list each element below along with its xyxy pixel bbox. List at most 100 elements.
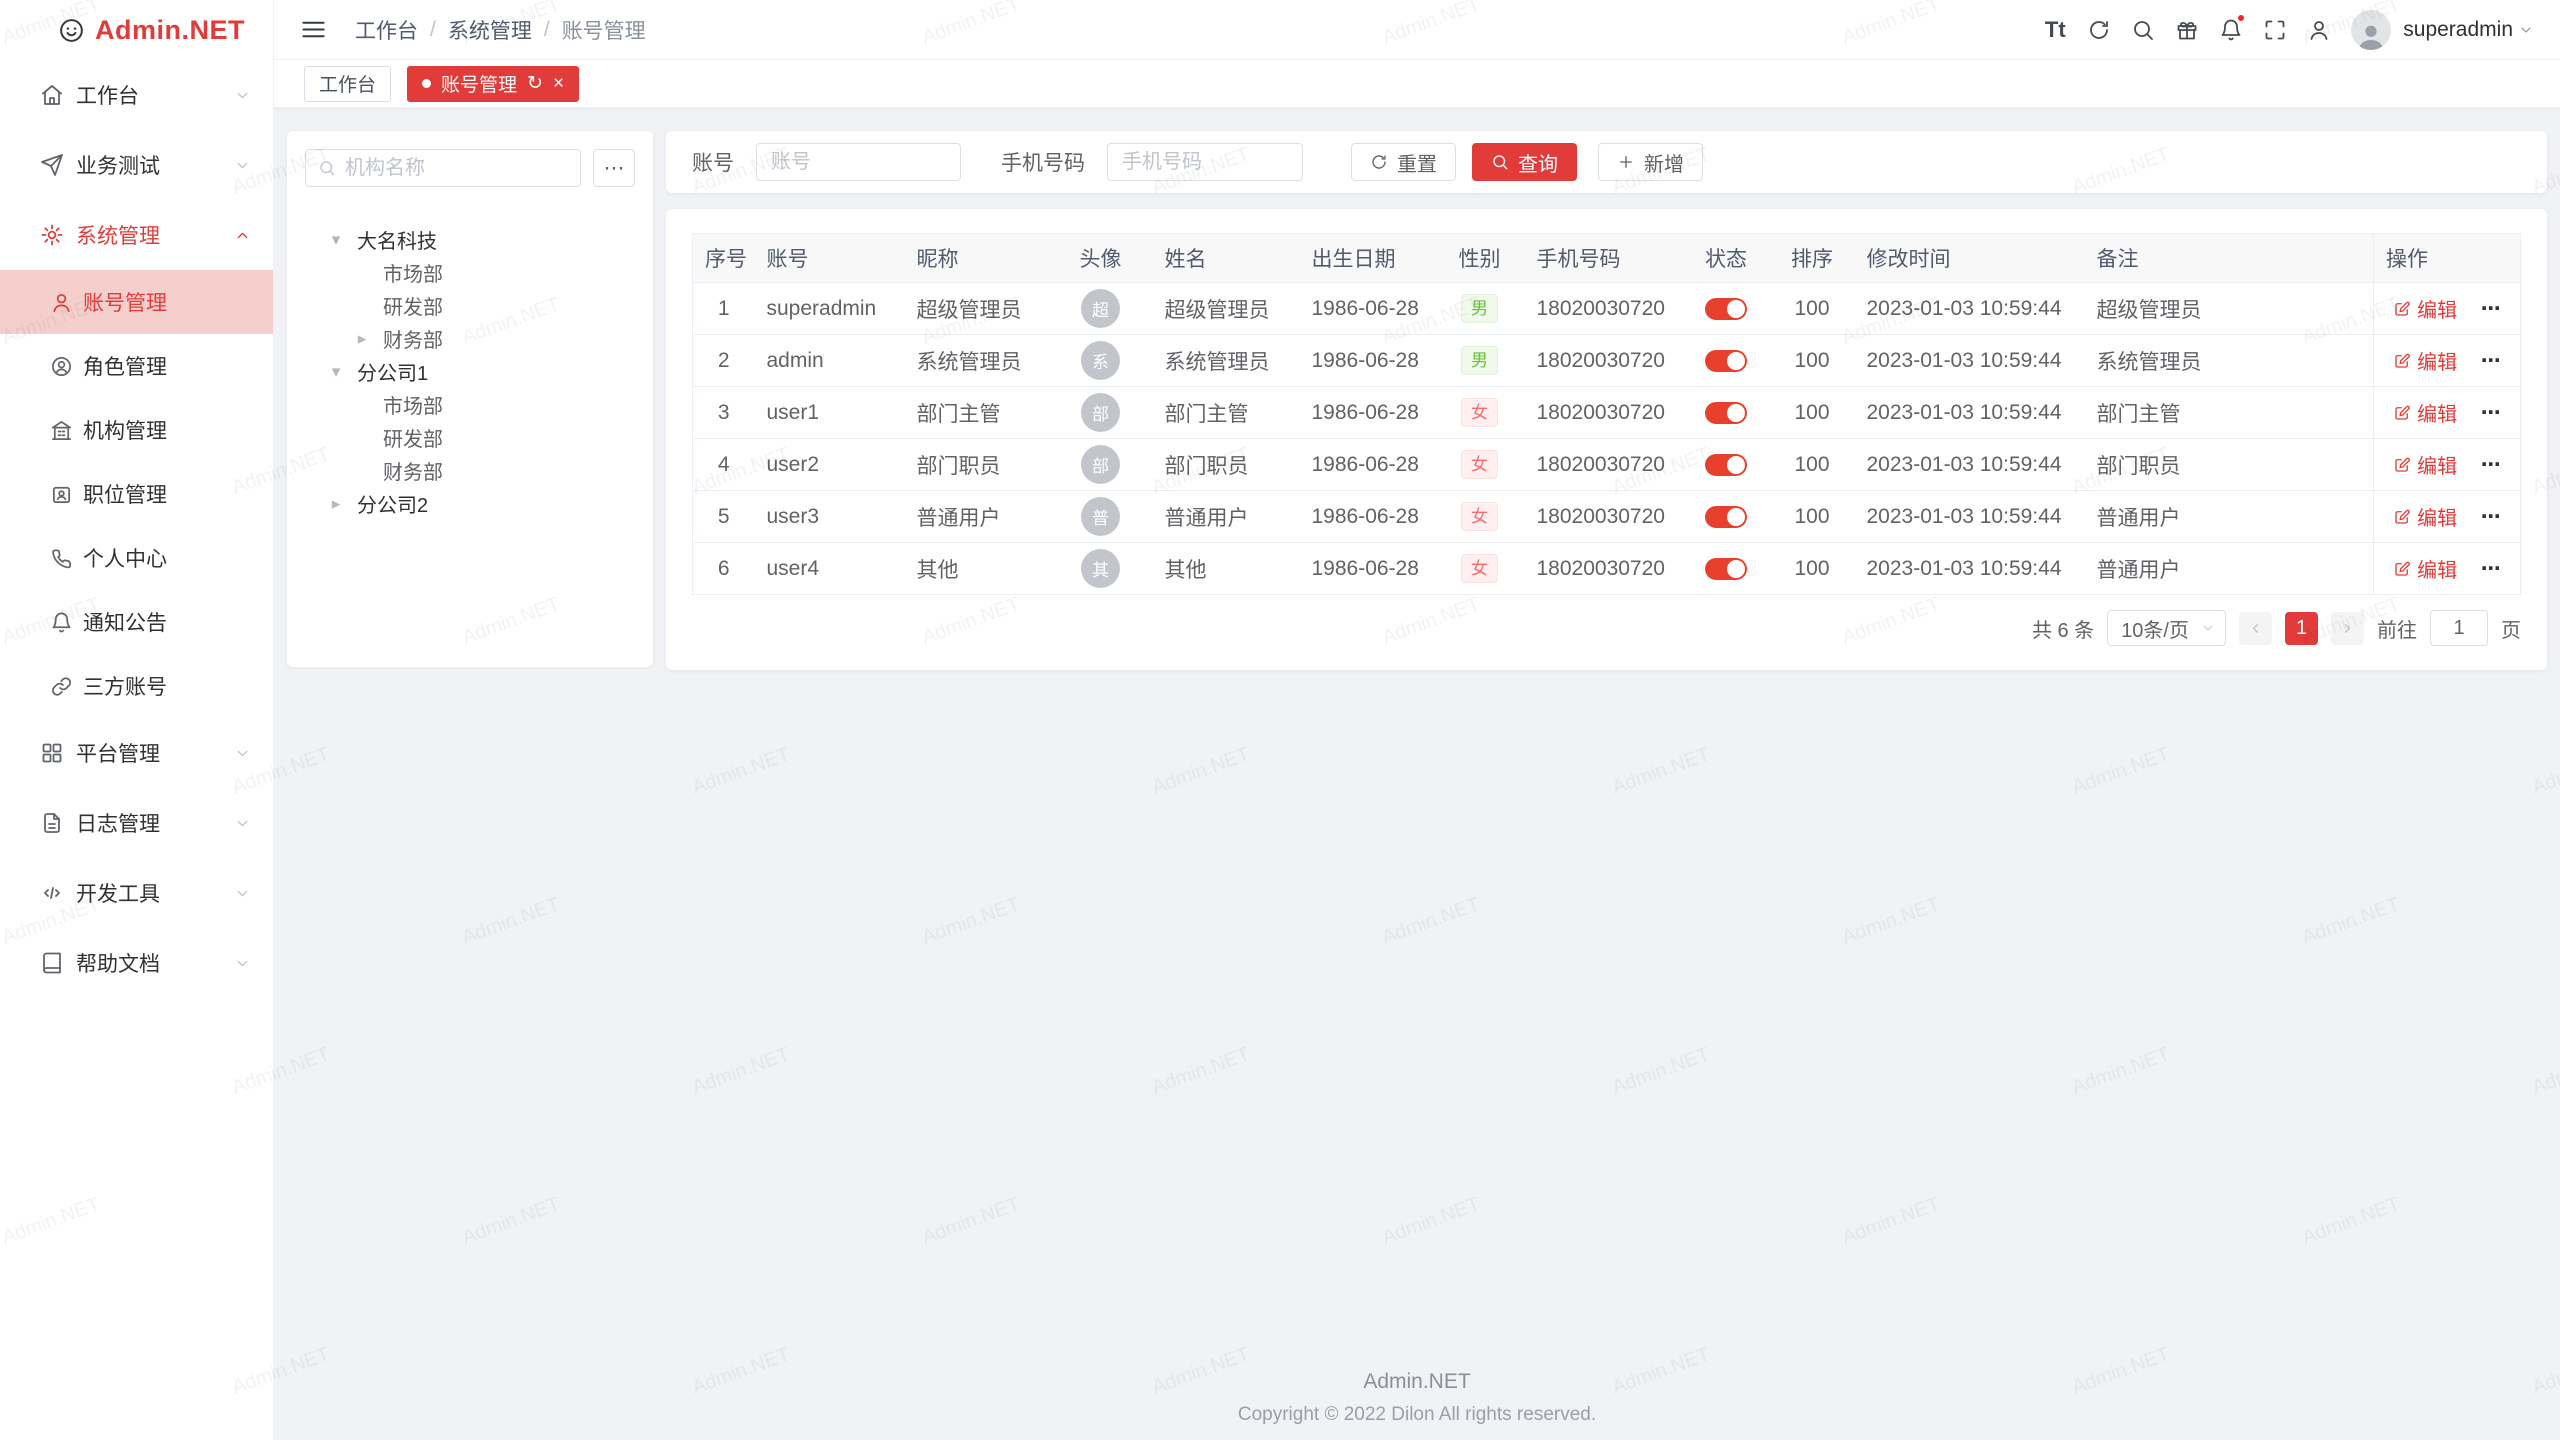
chevron-down-icon [234,955,251,972]
prev-page-button[interactable] [2239,612,2272,645]
sidebar-item-workbench[interactable]: 工作台 [0,60,273,130]
sidebar-item-help-docs[interactable]: 帮助文档 [0,928,273,998]
plus-icon [1617,153,1635,171]
goto-page-input[interactable] [2430,610,2488,646]
active-tab-dot [422,79,431,88]
phone-input[interactable] [1107,143,1303,181]
breadcrumb-item[interactable]: 系统管理 [448,15,532,45]
status-toggle[interactable] [1705,298,1747,320]
tree-node-label: 市场部 [383,390,443,419]
accounts-table-card: 序号 账号 昵称 头像 姓名 出生日期 性别 手机号码 状态 排序 修改时间 [666,209,2547,670]
cell-name: 部门职员 [1153,439,1300,491]
tree-node-company[interactable]: ▾ 大名科技 [305,223,635,256]
edit-button[interactable]: 编辑 [2393,346,2457,375]
edit-label: 编辑 [2417,294,2457,323]
add-button[interactable]: 新增 [1598,143,1703,181]
sidebar-item-notice[interactable]: 通知公告 [0,590,273,654]
cell-avatar: 部 [1049,439,1153,491]
tree-node-branch[interactable]: ▾ 分公司1 [305,355,635,388]
sidebar-item-account-management[interactable]: 账号管理 [0,270,273,334]
caret-right-icon[interactable]: ▸ [323,494,349,514]
current-page-button[interactable]: 1 [2285,612,2318,645]
query-button[interactable]: 查询 [1472,143,1577,181]
sidebar-item-platform-management[interactable]: 平台管理 [0,718,273,788]
content-area: ⋯ ▾ 大名科技 市场部 研发部 ▸ 财务部 [274,108,2560,1370]
tree-node-branch[interactable]: ▸ 分公司2 [305,487,635,520]
edit-button[interactable]: 编辑 [2393,294,2457,323]
tree-node-dept[interactable]: ▸ 财务部 [305,322,635,355]
user-avatar[interactable] [2351,10,2391,50]
tab-workbench[interactable]: 工作台 [304,66,391,102]
sidebar-item-log-management[interactable]: 日志管理 [0,788,273,858]
caret-down-icon[interactable]: ▾ [323,230,349,250]
table-row: 2 admin 系统管理员 系 系统管理员 1986-06-28 男 18020… [693,335,2521,387]
col-actions: 操作 [2374,234,2521,283]
edit-button[interactable]: 编辑 [2393,502,2457,531]
notification-dot [2236,13,2246,23]
cell-sort: 100 [1770,491,1855,543]
edit-button[interactable]: 编辑 [2393,554,2457,583]
more-actions-button[interactable]: ⋯ [2481,454,2501,476]
tree-node-dept[interactable]: 研发部 [305,289,635,322]
caret-right-icon[interactable]: ▸ [349,329,375,349]
account-settings-button[interactable] [2297,8,2341,52]
cell-remark: 超级管理员 [2085,283,2374,335]
edit-label: 编辑 [2417,502,2457,531]
edit-button[interactable]: 编辑 [2393,398,2457,427]
refresh-button[interactable] [2077,8,2121,52]
font-size-button[interactable]: Tt [2033,8,2077,52]
org-more-button[interactable]: ⋯ [593,149,635,187]
more-actions-button[interactable]: ⋯ [2481,402,2501,424]
tree-node-dept[interactable]: 研发部 [305,421,635,454]
sidebar-item-position-management[interactable]: 职位管理 [0,462,273,526]
reset-button[interactable]: 重置 [1351,143,1456,181]
sidebar-item-system-management[interactable]: 系统管理 [0,200,273,270]
sidebar-item-org-management[interactable]: 机构管理 [0,398,273,462]
account-input[interactable] [756,143,961,181]
fullscreen-button[interactable] [2253,8,2297,52]
status-toggle[interactable] [1705,402,1747,424]
sidebar-item-business-test[interactable]: 业务测试 [0,130,273,200]
sidebar-item-third-party-account[interactable]: 三方账号 [0,654,273,718]
edit-button[interactable]: 编辑 [2393,450,2457,479]
theme-button[interactable] [2165,8,2209,52]
org-search-input[interactable] [345,157,568,180]
more-actions-button[interactable]: ⋯ [2481,506,2501,528]
status-toggle[interactable] [1705,506,1747,528]
tab-close-icon[interactable]: × [553,74,564,93]
cell-birthdate: 1986-06-28 [1300,491,1435,543]
more-actions-button[interactable]: ⋯ [2481,558,2501,580]
edit-label: 编辑 [2417,346,2457,375]
chevron-down-icon [234,815,251,832]
status-toggle[interactable] [1705,454,1747,476]
tree-node-dept[interactable]: 财务部 [305,454,635,487]
cell-remark: 部门职员 [2085,439,2374,491]
status-toggle[interactable] [1705,558,1747,580]
cell-birthdate: 1986-06-28 [1300,439,1435,491]
cell-gender: 男 [1435,335,1525,387]
global-search-button[interactable] [2121,8,2165,52]
tab-refresh-icon[interactable]: ↻ [527,74,543,93]
notifications-button[interactable] [2209,8,2253,52]
sidebar-item-profile-center[interactable]: 个人中心 [0,526,273,590]
page-size-select[interactable]: 10条/页 [2107,610,2226,646]
tree-node-dept[interactable]: 市场部 [305,256,635,289]
hamburger-menu-icon[interactable] [300,16,327,43]
tree-node-dept[interactable]: 市场部 [305,388,635,421]
next-page-button[interactable] [2331,612,2364,645]
sidebar: Admin.NET 工作台 业务测试 系统管理 账号管理 [0,0,274,1440]
goto-unit: 页 [2501,614,2521,643]
building-icon [50,419,73,442]
sidebar-item-role-management[interactable]: 角色管理 [0,334,273,398]
sidebar-item-dev-tools[interactable]: 开发工具 [0,858,273,928]
status-toggle[interactable] [1705,350,1747,372]
tab-account-management[interactable]: 账号管理 ↻ × [407,66,579,102]
caret-down-icon[interactable]: ▾ [323,362,349,382]
more-actions-button[interactable]: ⋯ [2481,298,2501,320]
org-search-row: ⋯ [305,149,635,187]
app-logo[interactable]: Admin.NET [0,0,273,60]
cell-avatar: 超 [1049,283,1153,335]
breadcrumb-item[interactable]: 工作台 [355,15,418,45]
more-actions-button[interactable]: ⋯ [2481,350,2501,372]
username[interactable]: superadmin [2403,18,2513,42]
